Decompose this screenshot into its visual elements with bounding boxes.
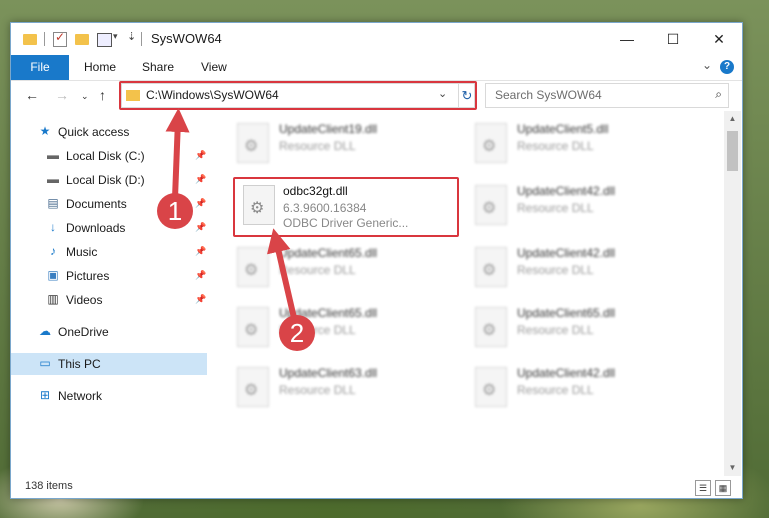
callout-1: 1 [157,193,193,229]
arrow-to-file [267,228,297,319]
annotation-arrows [165,108,297,319]
callout-2: 2 [279,315,315,351]
arrow-to-address-bar [165,108,190,199]
